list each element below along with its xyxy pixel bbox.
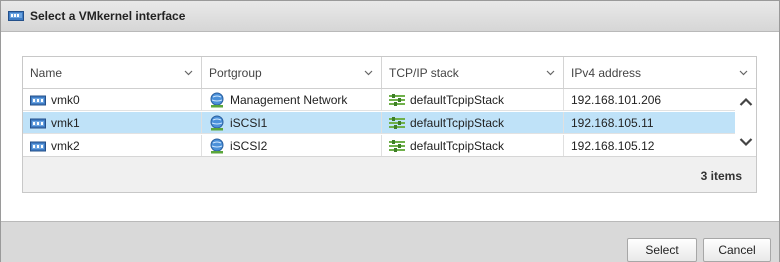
- column-header-name[interactable]: Name: [23, 57, 202, 88]
- vmkernel-nic-icon: [8, 11, 24, 21]
- table-footer: 3 items: [23, 156, 756, 192]
- table-row[interactable]: vmk2 iSCSI2 defaultTcpipStack 192.168.10…: [23, 135, 735, 157]
- row-name-label: vmk0: [51, 93, 80, 107]
- chevron-down-icon[interactable]: [739, 68, 748, 77]
- row-name-label: vmk2: [51, 139, 80, 153]
- cell-name: vmk2: [23, 135, 202, 157]
- scroll-up-icon[interactable]: [739, 97, 753, 107]
- row-ipv4-label: 192.168.105.12: [571, 139, 655, 153]
- row-ipv4-label: 192.168.101.206: [571, 93, 662, 107]
- tcpip-stack-icon: [389, 140, 405, 152]
- tcpip-stack-icon: [389, 94, 405, 106]
- chevron-down-icon[interactable]: [546, 68, 555, 77]
- row-stack-label: defaultTcpipStack: [410, 139, 505, 153]
- row-portgroup-label: Management Network: [230, 93, 348, 107]
- select-button[interactable]: Select: [627, 238, 697, 262]
- chevron-down-icon[interactable]: [364, 68, 373, 77]
- table-scrollbar[interactable]: [735, 89, 756, 155]
- cell-portgroup: iSCSI2: [202, 135, 382, 157]
- cell-tcpip-stack: defaultTcpipStack: [382, 112, 564, 134]
- table-row[interactable]: vmk0 Management Network defaultTcpipStac…: [23, 89, 735, 111]
- row-name-label: vmk1: [51, 116, 80, 130]
- row-portgroup-label: iSCSI1: [230, 116, 268, 130]
- vmkernel-nic-icon: [30, 141, 46, 151]
- dialog-title: Select a VMkernel interface: [30, 9, 186, 23]
- row-portgroup-label: iSCSI2: [230, 139, 268, 153]
- network-globe-icon: [210, 138, 224, 154]
- row-stack-label: defaultTcpipStack: [410, 116, 505, 130]
- cell-portgroup: Management Network: [202, 89, 382, 111]
- column-header-portgroup[interactable]: Portgroup: [202, 57, 382, 88]
- vmkernel-table: Name Portgroup TCP/IP stack IPv4 address…: [22, 56, 757, 193]
- table-row[interactable]: vmk1 iSCSI1 defaultTcpipStack 192.168.10…: [23, 112, 735, 134]
- column-header-label: Name: [30, 65, 63, 80]
- column-header-tcpip-stack[interactable]: TCP/IP stack: [382, 57, 564, 88]
- cell-ipv4: 192.168.101.206: [564, 89, 735, 111]
- network-globe-icon: [210, 115, 224, 131]
- chevron-down-icon[interactable]: [184, 68, 193, 77]
- dialog-titlebar: Select a VMkernel interface: [1, 1, 779, 32]
- cell-name: vmk0: [23, 89, 202, 111]
- table-header: Name Portgroup TCP/IP stack IPv4 address: [23, 57, 756, 89]
- column-header-label: Portgroup: [209, 65, 262, 80]
- scroll-down-icon[interactable]: [739, 137, 753, 147]
- cell-tcpip-stack: defaultTcpipStack: [382, 135, 564, 157]
- select-vmkernel-dialog: Select a VMkernel interface Name Portgro…: [0, 0, 780, 262]
- column-header-ipv4[interactable]: IPv4 address: [564, 57, 756, 88]
- tcpip-stack-icon: [389, 117, 405, 129]
- cell-ipv4: 192.168.105.11: [564, 112, 735, 134]
- cell-tcpip-stack: defaultTcpipStack: [382, 89, 564, 111]
- row-ipv4-label: 192.168.105.11: [571, 116, 654, 130]
- network-globe-icon: [210, 92, 224, 108]
- cell-ipv4: 192.168.105.12: [564, 135, 735, 157]
- dialog-button-bar: Select Cancel: [1, 221, 779, 262]
- cancel-button[interactable]: Cancel: [703, 238, 771, 262]
- vmkernel-nic-icon: [30, 118, 46, 128]
- column-header-label: TCP/IP stack: [389, 65, 459, 80]
- vmkernel-nic-icon: [30, 95, 46, 105]
- row-stack-label: defaultTcpipStack: [410, 93, 505, 107]
- cell-name: vmk1: [23, 112, 202, 134]
- column-header-label: IPv4 address: [571, 65, 642, 80]
- item-count-label: 3 items: [700, 169, 742, 183]
- cell-portgroup: iSCSI1: [202, 112, 382, 134]
